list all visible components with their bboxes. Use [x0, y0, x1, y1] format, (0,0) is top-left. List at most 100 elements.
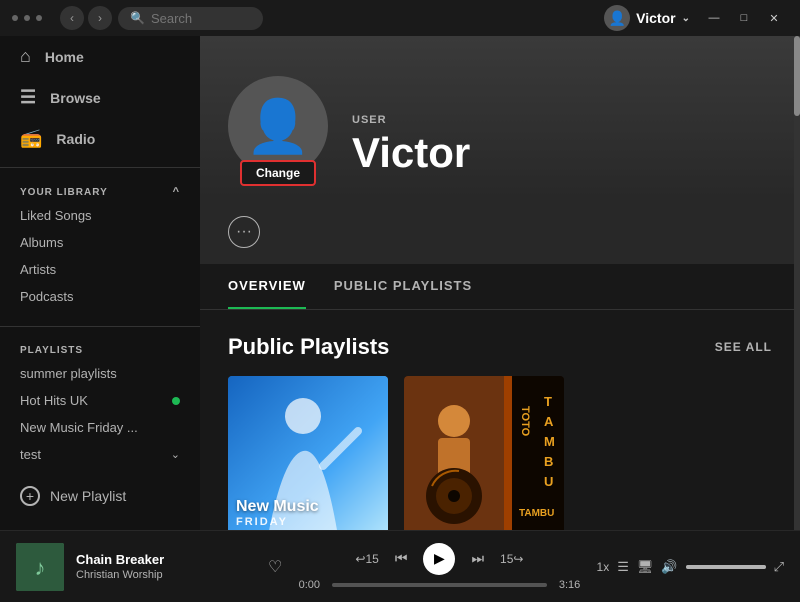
profile-name: Victor — [352, 130, 470, 176]
liked-songs-label: Liked Songs — [20, 208, 92, 223]
nmf-artwork: New Music FRIDAY — [228, 376, 388, 530]
sidebar-radio-label: Radio — [56, 131, 95, 147]
card-image-tambu: TOTO T A M B U TAMBU — [404, 376, 564, 530]
current-time-label: 0:00 — [294, 579, 324, 591]
now-playing-artist: Christian Worship — [76, 569, 256, 581]
profile-type-label: USER — [352, 114, 470, 126]
search-icon: 🔍 — [130, 11, 145, 25]
play-pause-button[interactable]: ▶ — [423, 543, 455, 575]
queue-button[interactable]: ☰ — [617, 559, 629, 575]
more-options-button[interactable]: ··· — [228, 216, 260, 248]
rewind-button[interactable]: ↩15 — [355, 552, 378, 566]
titlebar-dot-3 — [36, 15, 42, 21]
artists-label: Artists — [20, 262, 56, 277]
profile-header: 👤 Change USER Victor — [200, 36, 800, 200]
window-controls: — □ ✕ — [700, 8, 788, 28]
svg-text:U: U — [544, 474, 553, 489]
playlist-cards: New Music FRIDAY — [228, 376, 772, 530]
sidebar-item-test[interactable]: test ⌄ — [0, 441, 200, 468]
tambu-svg: TOTO T A M B U TAMBU — [404, 376, 564, 530]
content-area: 👤 Change USER Victor ··· OVERVIEW PUBLIC… — [200, 36, 800, 530]
tab-overview[interactable]: OVERVIEW — [228, 264, 306, 309]
sidebar-item-albums[interactable]: Albums — [0, 229, 200, 256]
card-image-nmf: New Music FRIDAY — [228, 376, 388, 530]
close-button[interactable]: ✕ — [760, 8, 788, 28]
search-input[interactable] — [151, 11, 251, 26]
home-icon: ⌂ — [20, 46, 31, 67]
previous-button[interactable]: ⏮ — [395, 550, 408, 567]
playing-indicator-dot — [172, 397, 180, 405]
titlebar-right: 👤 Victor ⌄ — □ ✕ — [604, 5, 788, 31]
hot-hits-uk-label: Hot Hits UK — [20, 393, 88, 408]
minimize-button[interactable]: — — [700, 8, 728, 28]
svg-text:M: M — [544, 434, 555, 449]
maximize-button[interactable]: □ — [730, 8, 758, 28]
volume-bar[interactable] — [686, 565, 766, 569]
titlebar-dot-1 — [12, 15, 18, 21]
card-new-music-friday[interactable]: New Music FRIDAY — [228, 376, 388, 530]
sidebar-item-podcasts[interactable]: Podcasts — [0, 283, 200, 310]
titlebar-dot-2 — [24, 15, 30, 21]
content-section: Public Playlists SEE ALL — [200, 310, 800, 530]
browse-icon: ☰ — [20, 87, 36, 108]
library-chevron-icon[interactable]: ^ — [173, 186, 180, 198]
fastforward-button[interactable]: 15↪ — [500, 552, 523, 566]
albums-label: Albums — [20, 235, 63, 250]
album-art-svg: ♪ — [16, 543, 64, 591]
svg-text:A: A — [544, 414, 554, 429]
sidebar-item-home[interactable]: ⌂ Home — [0, 36, 200, 77]
summer-playlists-label: summer playlists — [20, 366, 117, 381]
nmf-title: New Music — [236, 498, 319, 516]
expand-button[interactable]: ⤢ — [774, 559, 784, 575]
tabs-bar: OVERVIEW PUBLIC PLAYLISTS — [200, 264, 800, 310]
devices-button[interactable]: 🖥 — [637, 559, 654, 575]
now-playing-bar: ♪ Chain Breaker Christian Worship ♡ ↩15 … — [0, 530, 800, 602]
svg-text:TAMBU: TAMBU — [519, 508, 554, 519]
new-music-friday-label: New Music Friday ... — [20, 420, 138, 435]
library-section-title: YOUR LIBRARY — [20, 187, 108, 198]
profile-avatar-icon: 👤 — [246, 96, 311, 157]
see-all-button[interactable]: SEE ALL — [715, 340, 772, 354]
progress-bar-wrap: 0:00 3:16 — [294, 579, 584, 591]
volume-fill — [686, 565, 766, 569]
volume-icon[interactable]: 🔊 — [661, 559, 677, 575]
sidebar-item-liked-songs[interactable]: Liked Songs — [0, 202, 200, 229]
playlists-section-title: PLAYLISTS — [20, 345, 83, 356]
playback-buttons: ↩15 ⏮ ▶ ⏭ 15↪ — [355, 543, 523, 575]
new-playlist-label: New Playlist — [50, 488, 126, 504]
sidebar-item-new-music-friday[interactable]: New Music Friday ... — [0, 414, 200, 441]
sidebar-item-browse[interactable]: ☰ Browse — [0, 77, 200, 118]
new-playlist-button[interactable]: + New Playlist — [0, 476, 200, 516]
sidebar-item-artists[interactable]: Artists — [0, 256, 200, 283]
library-section-header: YOUR LIBRARY ^ — [0, 176, 200, 202]
nmf-subtitle: FRIDAY — [236, 516, 319, 528]
sidebar-browse-label: Browse — [50, 90, 101, 106]
card-tambu[interactable]: TOTO T A M B U TAMBU — [404, 376, 564, 530]
sidebar-item-hot-hits-uk[interactable]: Hot Hits UK — [0, 387, 200, 414]
test-label: test — [20, 447, 41, 462]
now-playing-info: Chain Breaker Christian Worship — [76, 552, 256, 581]
change-photo-button[interactable]: Change — [240, 160, 316, 186]
titlebar: ‹ › 🔍 👤 Victor ⌄ — □ ✕ — [0, 0, 800, 36]
progress-track[interactable] — [332, 583, 546, 587]
next-button[interactable]: ⏭ — [471, 550, 484, 567]
sidebar: ⌂ Home ☰ Browse 📻 Radio YOUR LIBRARY ^ L… — [0, 36, 200, 530]
user-area[interactable]: 👤 Victor ⌄ — [604, 5, 690, 31]
svg-text:B: B — [544, 454, 553, 469]
heart-icon[interactable]: ♡ — [268, 557, 282, 577]
playlists-section-header: PLAYLISTS — [0, 335, 200, 360]
profile-avatar: 👤 Change — [228, 76, 328, 176]
change-btn-wrapper: Change — [240, 160, 316, 186]
test-chevron-icon: ⌄ — [171, 448, 180, 461]
sidebar-item-summer-playlists[interactable]: summer playlists — [0, 360, 200, 387]
nmf-text-overlay: New Music FRIDAY — [236, 498, 319, 528]
scrollbar-thumb[interactable] — [794, 36, 800, 116]
svg-text:T: T — [544, 394, 552, 409]
main-container: ⌂ Home ☰ Browse 📻 Radio YOUR LIBRARY ^ L… — [0, 36, 800, 530]
svg-text:TOTO: TOTO — [519, 406, 531, 437]
forward-button[interactable]: › — [88, 6, 112, 30]
back-button[interactable]: ‹ — [60, 6, 84, 30]
sidebar-item-radio[interactable]: 📻 Radio — [0, 118, 200, 159]
playback-controls: ↩15 ⏮ ▶ ⏭ 15↪ 0:00 3:16 — [294, 543, 584, 591]
tab-public-playlists[interactable]: PUBLIC PLAYLISTS — [334, 264, 472, 309]
